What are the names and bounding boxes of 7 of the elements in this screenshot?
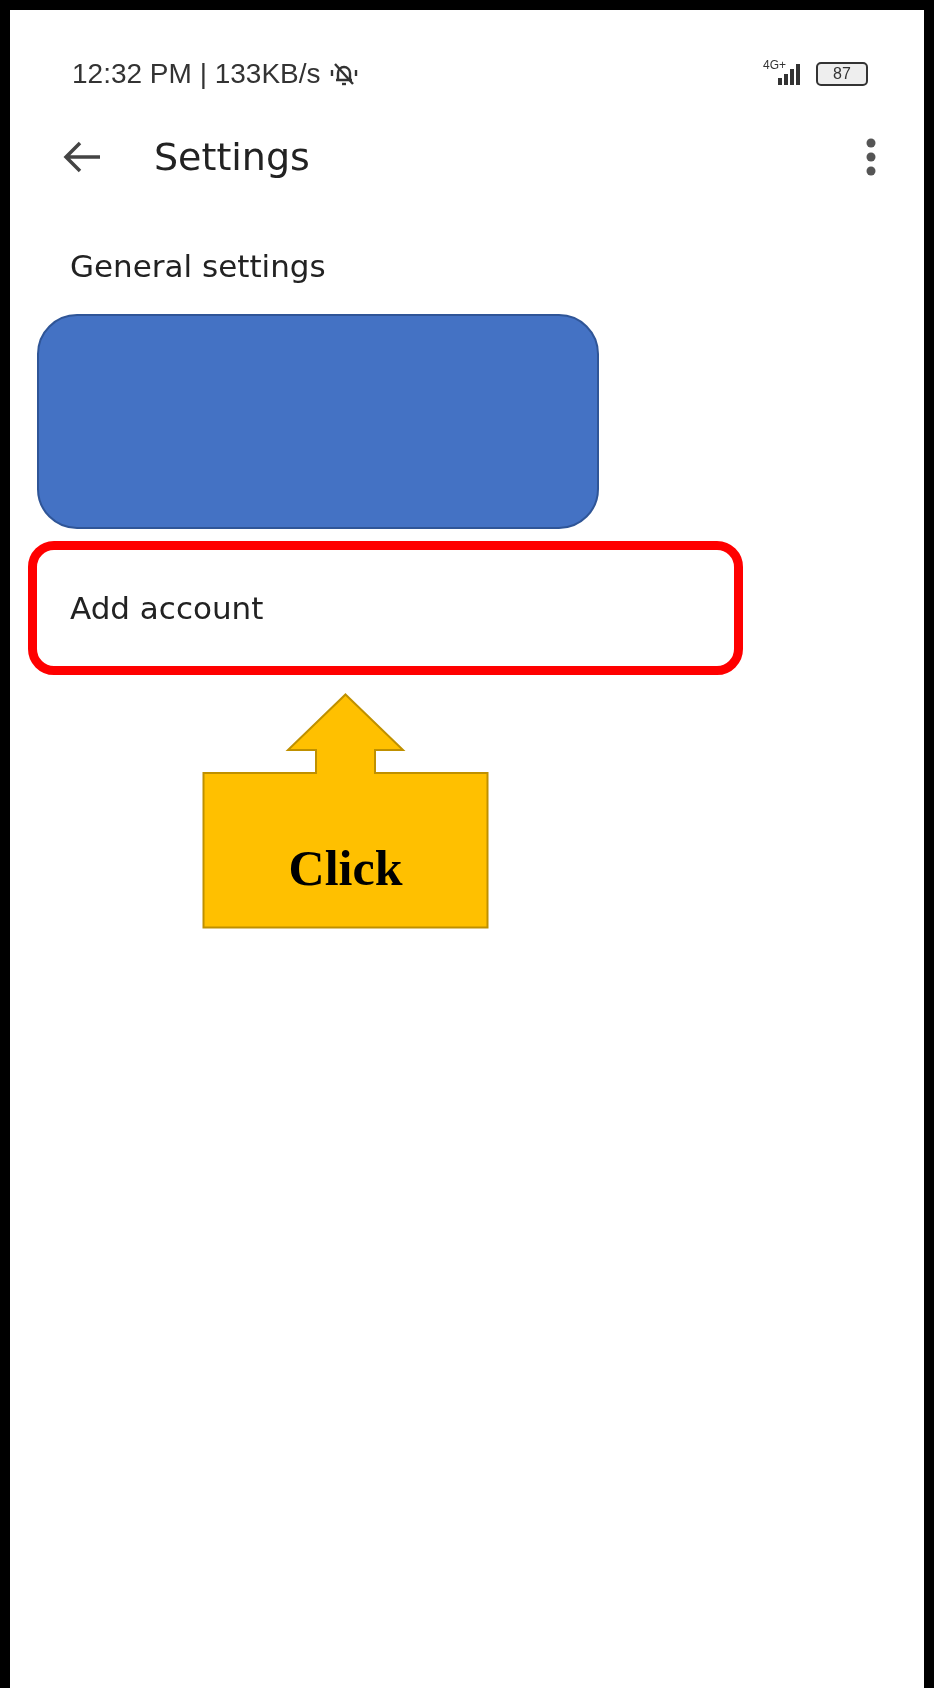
callout-label: Click bbox=[288, 843, 403, 893]
page-title: Settings bbox=[154, 135, 311, 179]
status-time: 12:32 PM | 133KB/s bbox=[72, 58, 321, 90]
settings-item[interactable]: General settings bbox=[10, 210, 924, 314]
network-type: 4G+ bbox=[763, 59, 786, 71]
battery-level: 87 bbox=[816, 62, 868, 86]
settings-item[interactable]: Add account bbox=[70, 590, 264, 626]
